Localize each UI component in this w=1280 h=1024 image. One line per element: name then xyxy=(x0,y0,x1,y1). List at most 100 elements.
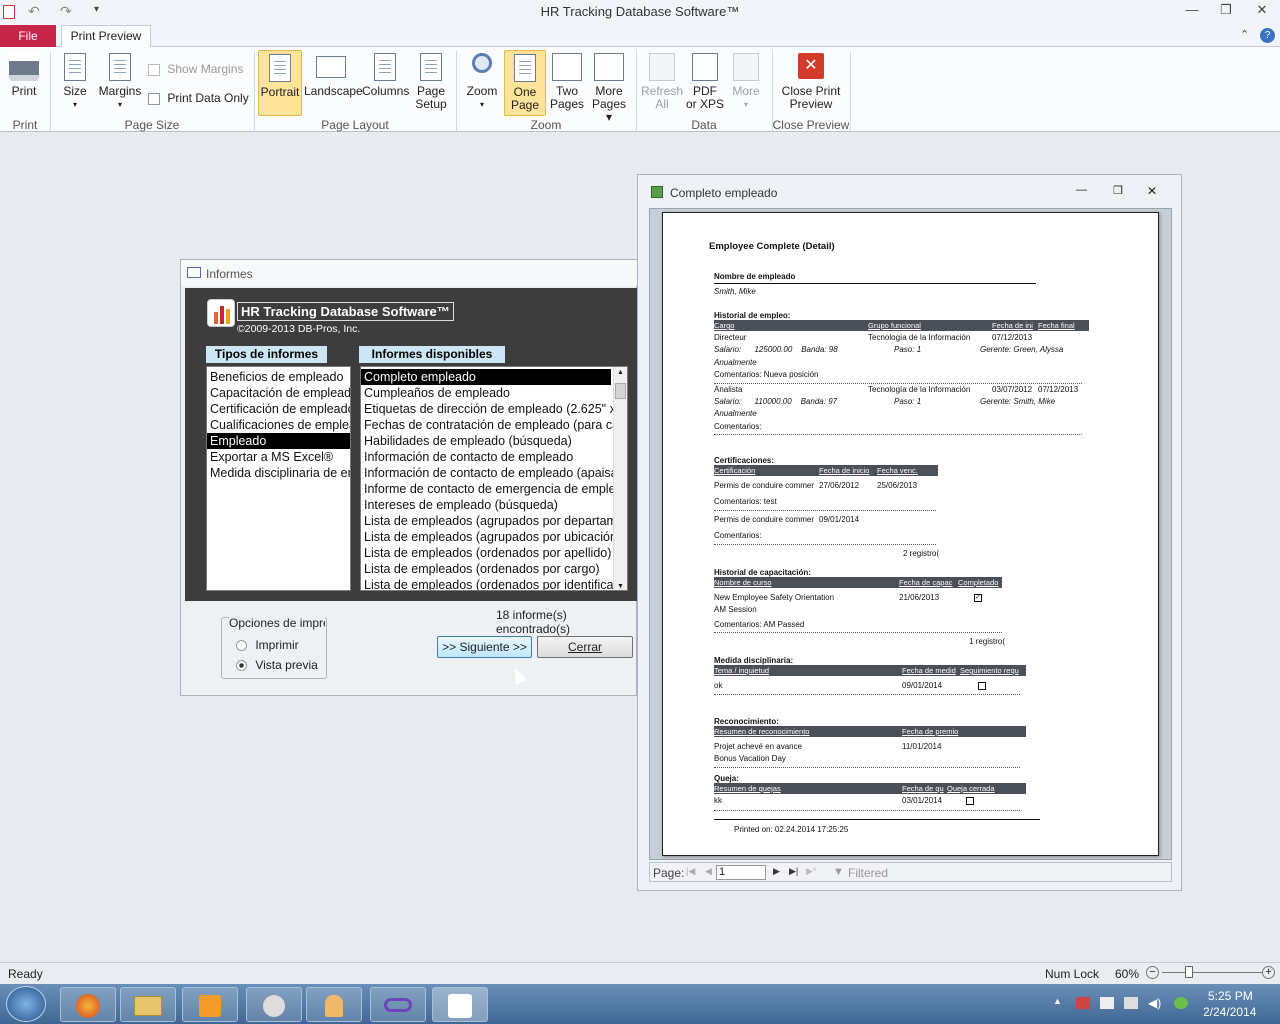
list-item[interactable]: Etiquetas de dirección de empleado (2.62… xyxy=(361,401,613,417)
next-page-icon[interactable]: ▶ xyxy=(773,866,780,877)
scroll-up-icon[interactable]: ▲ xyxy=(614,367,627,379)
list-item-selected[interactable]: Completo empleado xyxy=(361,369,611,385)
salary-row: Salario: 110000.00 Banda: 97 xyxy=(714,397,838,406)
show-hidden-icons[interactable]: ▲ xyxy=(1053,996,1062,1006)
visual-studio-taskbar-icon[interactable] xyxy=(370,987,426,1022)
close-button[interactable]: Cerrar xyxy=(537,636,633,658)
page-setup-button[interactable]: Page Setup xyxy=(412,53,450,111)
new-record-icon[interactable]: ▶* xyxy=(806,866,816,877)
list-item[interactable]: Medida disciplinaria de empleado xyxy=(207,465,350,481)
help-icon[interactable]: ? xyxy=(1260,28,1275,43)
clock-date[interactable]: 2/24/2014 xyxy=(1203,1005,1256,1019)
frequency: Anualmente xyxy=(714,358,757,367)
close-icon[interactable]: ✕ xyxy=(1147,184,1157,198)
list-item[interactable]: Cumpleaños de empleado xyxy=(361,385,613,401)
close-icon[interactable]: ✕ xyxy=(1248,2,1276,22)
pdf-xps-button[interactable]: PDF or XPS xyxy=(686,53,724,111)
more-pages-button[interactable]: More Pages ▾ xyxy=(588,53,630,124)
preview-title: Completo empleado xyxy=(670,186,778,200)
size-button[interactable]: Size ▾ xyxy=(58,53,92,111)
list-item[interactable]: Cualificaciones de empleado xyxy=(207,417,350,433)
radio-print[interactable]: Imprimir xyxy=(236,638,299,652)
list-item[interactable]: Exportar a MS Excel® xyxy=(207,449,350,465)
page-size-icon xyxy=(64,53,86,81)
zoom-out-icon[interactable]: − xyxy=(1146,966,1159,979)
close-print-preview-button[interactable]: ✕ Close Print Preview xyxy=(776,53,846,111)
list-item[interactable]: Lista de empleados (ordenados por apelli… xyxy=(361,545,613,561)
prev-page-icon[interactable]: ◀ xyxy=(705,866,712,877)
media-player-taskbar-icon[interactable] xyxy=(182,987,238,1022)
file-tab[interactable]: File xyxy=(0,25,56,47)
list-item[interactable]: Capacitación de empleado xyxy=(207,385,350,401)
report-types-list[interactable]: Beneficios de empleado Capacitación de e… xyxy=(206,366,351,591)
list-item[interactable]: Beneficios de empleado xyxy=(207,369,350,385)
portrait-button[interactable]: Portrait xyxy=(258,50,302,116)
list-item[interactable]: Información de contacto de empleado xyxy=(361,449,613,465)
preview-titlebar[interactable]: Completo empleado — ❐ ✕ xyxy=(638,175,1183,208)
list-item[interactable]: Intereses de empleado (búsqueda) xyxy=(361,497,613,513)
list-item[interactable]: Habilidades de empleado (búsqueda) xyxy=(361,433,613,449)
landscape-button[interactable]: Landscape xyxy=(304,53,363,98)
restore-icon[interactable]: ❐ xyxy=(1113,184,1123,197)
page-number-input[interactable]: 1 xyxy=(716,865,766,880)
filtered-label[interactable]: Filtered xyxy=(848,866,888,880)
scroll-thumb[interactable] xyxy=(615,383,626,399)
comments: Comentarios: Nueva posición xyxy=(714,370,819,379)
start-button[interactable] xyxy=(6,986,46,1022)
columns-button[interactable]: Columns xyxy=(362,53,409,98)
user-taskbar-icon[interactable] xyxy=(306,987,362,1022)
margins-button[interactable]: Margins ▾ xyxy=(96,53,144,111)
next-button[interactable]: >> Siguiente >> xyxy=(437,636,532,658)
security-icon[interactable] xyxy=(1174,997,1188,1009)
radio-preview[interactable]: Vista previa xyxy=(236,658,318,672)
collapse-ribbon-icon[interactable]: ⌃ xyxy=(1240,28,1249,41)
last-page-icon[interactable]: ▶| xyxy=(789,866,798,877)
print-button[interactable]: Print xyxy=(4,53,44,98)
minimize-icon[interactable]: — xyxy=(1076,184,1087,196)
first-page-icon[interactable]: |◀ xyxy=(686,866,695,877)
list-item[interactable]: Lista de empleados (agrupados por depart… xyxy=(361,513,613,529)
explorer-taskbar-icon[interactable] xyxy=(120,987,176,1022)
list-item[interactable]: Lista de empleados (ordenados por identi… xyxy=(361,577,613,590)
firefox-taskbar-icon[interactable] xyxy=(60,987,116,1022)
zoom-in-icon[interactable]: + xyxy=(1262,966,1275,979)
complaint-cell: kk xyxy=(714,796,722,805)
filter-icon[interactable]: ▼ xyxy=(833,866,844,878)
tray-icon[interactable] xyxy=(1076,997,1090,1009)
informes-titlebar[interactable]: Informes xyxy=(181,260,638,286)
zoom-button[interactable]: Zoom ▾ xyxy=(462,53,502,111)
list-item[interactable]: Lista de empleados (ordenados por cargo) xyxy=(361,561,613,577)
restore-icon[interactable]: ❐ xyxy=(1212,2,1240,22)
more-data-button[interactable]: More ▾ xyxy=(728,53,764,111)
clock-time[interactable]: 5:25 PM xyxy=(1208,989,1253,1003)
two-pages-icon xyxy=(552,53,582,81)
show-margins-checkbox[interactable]: Show Margins xyxy=(148,62,243,76)
hr-logo xyxy=(207,299,235,327)
app-taskbar-icon[interactable] xyxy=(246,987,302,1022)
zoom-slider-thumb[interactable] xyxy=(1185,966,1193,978)
list-item[interactable]: Información de contacto de empleado (apa… xyxy=(361,465,613,481)
discipline-label: Medida disciplinaria: xyxy=(714,656,794,665)
zoom-percent[interactable]: 60% xyxy=(1115,967,1139,981)
tab-print-preview[interactable]: Print Preview xyxy=(61,25,151,48)
volume-icon[interactable]: ◀) xyxy=(1148,996,1161,1010)
two-pages-button[interactable]: Two Pages xyxy=(548,53,586,111)
print-data-only-checkbox[interactable]: Print Data Only xyxy=(148,91,249,105)
list-item[interactable]: Certificación de empleado xyxy=(207,401,350,417)
network-icon[interactable] xyxy=(1124,997,1138,1009)
available-reports-list[interactable]: Completo empleado Cumpleaños de empleado… xyxy=(360,366,628,591)
list-item[interactable]: Lista de empleados (agrupados por ubicac… xyxy=(361,529,613,545)
num-lock-indicator: Num Lock xyxy=(1045,967,1100,981)
page-label: Page: xyxy=(653,866,685,880)
minimize-icon[interactable]: — xyxy=(1178,2,1206,22)
scroll-down-icon[interactable]: ▼ xyxy=(614,583,627,590)
hr-tracking-taskbar-icon[interactable] xyxy=(432,987,488,1022)
refresh-all-button[interactable]: Refresh All xyxy=(640,53,684,111)
list-scrollbar[interactable]: ▲ ▼ xyxy=(613,367,627,590)
flag-icon[interactable] xyxy=(1100,997,1114,1009)
one-page-button[interactable]: One Page xyxy=(504,50,546,116)
list-item[interactable]: Fechas de contratación de empleado (para… xyxy=(361,417,613,433)
list-item[interactable]: Informe de contacto de emergencia de emp… xyxy=(361,481,613,497)
list-item-selected[interactable]: Empleado xyxy=(207,433,350,449)
zoom-slider-track[interactable] xyxy=(1162,972,1262,973)
